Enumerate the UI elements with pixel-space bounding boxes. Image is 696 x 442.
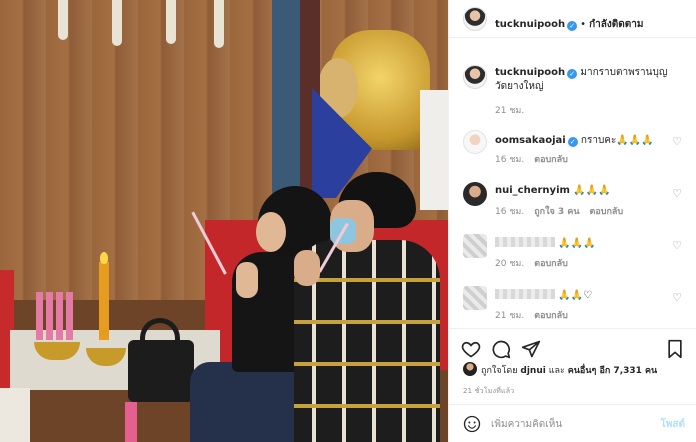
liked-and: และ <box>548 366 565 376</box>
following-button[interactable]: กำลังติดตาม <box>589 19 643 30</box>
white-base <box>0 388 30 442</box>
comment-content: oomsakaojai ✓ กราบคะ🙏🙏🙏 <box>495 133 654 148</box>
verified-badge-icon: ✓ <box>567 69 578 79</box>
handbag <box>128 340 194 402</box>
reply-button[interactable]: ตอบกลับ <box>534 311 568 321</box>
comment-item: 🙏🙏🙏 20 ชม. ตอบกลับ ♡ <box>449 234 696 280</box>
emoji-icon[interactable] <box>463 415 481 433</box>
comment-text: 🙏🙏♡ <box>558 290 593 301</box>
pink-candle <box>36 292 43 340</box>
blurred-username <box>495 237 555 247</box>
comment-text: กราบคะ🙏🙏🙏 <box>580 135 654 146</box>
comment-username[interactable]: nui_chernyim <box>495 185 570 196</box>
hanging-ornament <box>214 0 224 48</box>
blurred-username <box>495 289 555 299</box>
reply-button[interactable]: ตอบกลับ <box>534 259 568 269</box>
comment-content: 🙏🙏♡ <box>495 289 592 301</box>
comment-like-heart-icon[interactable]: ♡ <box>671 240 683 252</box>
header-user: tucknuipooh ✓ • กำลังติดตาม <box>495 12 643 32</box>
post-header: tucknuipooh ✓ • กำลังติดตาม <box>449 0 696 38</box>
comment-time[interactable]: 16 ชม. <box>495 207 524 217</box>
comment-item: 🙏🙏♡ 21 ชม. ตอบกลับ ♡ <box>449 286 696 332</box>
pink-candle <box>46 292 53 340</box>
add-comment-bar: โพสต์ <box>449 404 696 442</box>
pink-candle <box>66 292 73 340</box>
comment-meta: 20 ชม. ตอบกลับ <box>495 256 578 270</box>
pink-candle <box>56 292 63 340</box>
blurred-avatar[interactable] <box>463 234 487 258</box>
post-time[interactable]: 21 ชั่วโมงที่แล้ว <box>463 386 514 397</box>
comment-content: nui_chernyim 🙏🙏🙏 <box>495 185 610 196</box>
candle-flame <box>100 252 108 264</box>
post-side-panel: tucknuipooh ✓ • กำลังติดตาม tucknuipooh ✓ มา… <box>448 0 696 442</box>
caption-username[interactable]: tucknuipooh <box>495 67 565 78</box>
comment-avatar[interactable] <box>463 130 487 154</box>
verified-badge-icon: ✓ <box>567 21 578 31</box>
comment-meta: 16 ชม. ตอบกลับ <box>495 152 578 166</box>
hanging-ornament <box>166 0 176 44</box>
liked-by-avatar[interactable] <box>463 362 477 376</box>
liked-prefix: ถูกใจโดย <box>481 366 518 376</box>
reply-button[interactable]: ตอบกลับ <box>590 207 624 217</box>
liked-by: ถูกใจโดย djnui และ คนอื่นๆ อีก 7,331 คน <box>463 362 657 377</box>
comment-meta: 21 ชม. ตอบกลับ <box>495 308 578 322</box>
hanging-ornament <box>58 0 68 40</box>
comment-avatar[interactable] <box>463 182 487 206</box>
post-comment-button[interactable]: โพสต์ <box>660 417 685 432</box>
reply-button[interactable]: ตอบกลับ <box>534 155 568 165</box>
comment-text: 🙏🙏🙏 <box>558 238 596 249</box>
white-cloth <box>420 90 448 210</box>
woman-hands <box>236 262 258 298</box>
comment-like-heart-icon[interactable]: ♡ <box>671 188 683 200</box>
hanging-ornament <box>112 0 122 46</box>
comment-username[interactable]: oomsakaojai <box>495 135 566 146</box>
caption-avatar[interactable] <box>463 65 487 89</box>
comment-like-heart-icon[interactable]: ♡ <box>671 136 683 148</box>
comment-meta: 16 ชม. ถูกใจ 3 คน ตอบกลับ <box>495 204 633 218</box>
avatar[interactable] <box>463 7 487 31</box>
comment-likes[interactable]: ถูกใจ 3 คน <box>534 207 579 217</box>
comment-like-heart-icon[interactable]: ♡ <box>671 292 683 304</box>
man-hands <box>294 250 320 286</box>
header-username[interactable]: tucknuipooh <box>495 19 565 30</box>
liked-others[interactable]: คนอื่นๆ อีก 7,331 คน <box>568 366 657 376</box>
comment-item: nui_chernyim 🙏🙏🙏 16 ชม. ถูกใจ 3 คน ตอบกลับ… <box>449 182 696 228</box>
caption-time[interactable]: 21 ชม. <box>495 103 524 117</box>
comment-time[interactable]: 16 ชม. <box>495 155 524 165</box>
post-photo[interactable] <box>0 0 448 442</box>
orange-candle <box>99 262 109 340</box>
comment-time[interactable]: 21 ชม. <box>495 311 524 321</box>
share-icon[interactable] <box>521 339 541 359</box>
liked-user[interactable]: djnui <box>520 366 545 376</box>
comment-text: 🙏🙏🙏 <box>573 185 611 196</box>
woman-face <box>256 212 286 252</box>
caption: tucknuipooh ✓ มากราบตาพรานบุญ วัดยางใหญ่ <box>495 66 685 94</box>
blurred-avatar[interactable] <box>463 286 487 310</box>
separator-dot: • <box>580 19 587 30</box>
comment-input[interactable] <box>491 414 641 434</box>
pink-candle <box>125 402 137 442</box>
comment-item: oomsakaojai ✓ กราบคะ🙏🙏🙏 16 ชม. ตอบกลับ ♡ <box>449 130 696 176</box>
comment-time[interactable]: 20 ชม. <box>495 259 524 269</box>
heart-icon[interactable] <box>461 339 481 359</box>
verified-badge-icon: ✓ <box>567 137 578 147</box>
comment-icon[interactable] <box>491 339 511 359</box>
comment-content: 🙏🙏🙏 <box>495 237 596 249</box>
bookmark-icon[interactable] <box>665 339 685 359</box>
